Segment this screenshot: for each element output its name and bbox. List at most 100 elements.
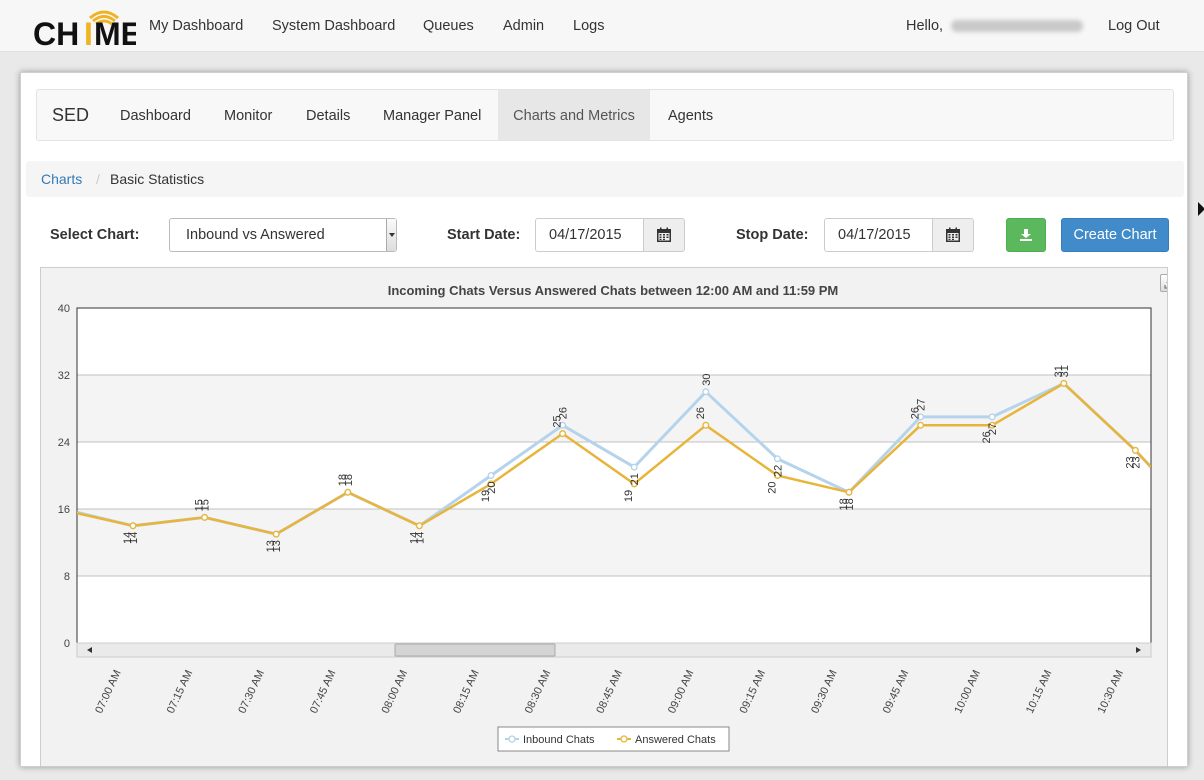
- data-point-inbound: [988, 413, 996, 421]
- create-chart-button[interactable]: Create Chart: [1061, 218, 1169, 252]
- x-tick-label: 09:00 AM: [666, 668, 697, 715]
- plot-band: [77, 509, 1151, 576]
- nav-queues[interactable]: Queues: [423, 0, 474, 52]
- calendar-icon: [946, 227, 960, 242]
- data-point-inbound: [702, 388, 710, 396]
- x-tick-label: 10:30 AM: [1096, 668, 1127, 715]
- download-button[interactable]: [1006, 218, 1046, 252]
- x-tick-label: 08:15 AM: [451, 668, 482, 715]
- sub-navbar: SED Dashboard Monitor Details Manager Pa…: [36, 89, 1174, 141]
- logout-link[interactable]: Log Out: [1108, 0, 1160, 52]
- plot-area: [76, 307, 1152, 644]
- data-point-answered: [129, 522, 137, 530]
- data-label: 26: [910, 407, 922, 419]
- data-label: 15: [194, 499, 206, 511]
- data-label: 20: [766, 482, 778, 494]
- data-point-inbound: [487, 472, 495, 479]
- x-tick-label: 08:45 AM: [594, 668, 625, 715]
- data-label: 26: [981, 431, 993, 443]
- section-brand[interactable]: SED: [52, 90, 89, 140]
- nav-admin[interactable]: Admin: [503, 0, 544, 52]
- tab-monitor[interactable]: Monitor: [224, 90, 272, 140]
- x-tick-label: 08:30 AM: [523, 668, 554, 715]
- line-chart: 0 8 16 24 32 40 Incoming Chats Versus Answered…: [58, 283, 1152, 752]
- start-date-input[interactable]: 04/17/2015: [535, 218, 645, 252]
- nav-my-dashboard[interactable]: My Dashboard: [149, 0, 243, 52]
- data-point-answered: [1131, 446, 1139, 454]
- calendar-icon: [657, 227, 671, 242]
- legend-label: Inbound Chats: [523, 734, 595, 746]
- legend-label: Answered Chats: [635, 734, 716, 746]
- nav-system-dashboard[interactable]: System Dashboard: [272, 0, 395, 52]
- chart-export-button[interactable]: [1160, 274, 1167, 292]
- chime-logo[interactable]: CH I ME: [32, 4, 136, 48]
- tab-manager-panel[interactable]: Manager Panel: [383, 90, 481, 140]
- data-label: 19: [623, 490, 635, 502]
- data-label: 22: [772, 465, 784, 477]
- svg-text:ME: ME: [94, 16, 136, 48]
- data-label: 18: [337, 474, 349, 486]
- data-point-answered: [917, 421, 925, 429]
- breadcrumb-separator: /: [96, 171, 100, 187]
- data-point-answered: [559, 430, 567, 438]
- chart-title: Incoming Chats Versus Answered Chats bet…: [388, 283, 839, 298]
- data-point-answered: [201, 513, 209, 521]
- select-chart-label: Select Chart:: [50, 227, 140, 243]
- y-tick-label: 24: [58, 437, 70, 449]
- top-navbar: CH I ME My Dashboard System Dashboard Qu…: [0, 0, 1204, 52]
- scrollbar-thumb: [394, 643, 556, 657]
- tab-details[interactable]: Details: [306, 90, 350, 140]
- tab-agents[interactable]: Agents: [668, 90, 713, 140]
- svg-text:CH: CH: [33, 16, 79, 48]
- legend-marker: [508, 735, 516, 743]
- tab-dashboard[interactable]: Dashboard: [120, 90, 191, 140]
- data-label: 13: [265, 540, 277, 552]
- svg-text:I: I: [84, 16, 93, 48]
- data-point-answered: [1060, 379, 1068, 387]
- data-label: 18: [838, 498, 850, 510]
- y-tick-label: 40: [58, 303, 70, 315]
- chart-select[interactable]: Inbound vs Answered: [169, 218, 397, 252]
- breadcrumb-current: Basic Statistics: [110, 171, 205, 187]
- chart-container: 0 8 16 24 32 40 Incoming Chats Versus Answered…: [40, 267, 1168, 767]
- x-tick-label: 09:15 AM: [738, 668, 769, 715]
- x-tick-label: 09:45 AM: [881, 668, 912, 715]
- nav-logs[interactable]: Logs: [573, 0, 604, 52]
- data-point-answered: [845, 488, 853, 496]
- x-tick-label: 07:45 AM: [308, 668, 339, 715]
- stop-date-label: Stop Date:: [736, 227, 809, 243]
- data-label: 26: [695, 407, 707, 419]
- x-tick-label: 07:30 AM: [236, 668, 267, 715]
- data-point-answered: [272, 530, 280, 538]
- data-label: 14: [408, 532, 420, 544]
- y-tick-label: 32: [58, 370, 70, 382]
- mouse-cursor-icon: [1198, 202, 1204, 216]
- user-email-redacted: [951, 20, 1084, 33]
- stop-date-input[interactable]: 04/17/2015: [824, 218, 934, 252]
- data-label: 30: [701, 374, 713, 386]
- scrollbar-track: [76, 642, 1152, 658]
- data-label: 14: [122, 532, 134, 544]
- legend-marker: [620, 735, 628, 743]
- data-label: 31: [1053, 365, 1065, 377]
- breadcrumb-charts-link[interactable]: Charts: [41, 161, 82, 197]
- chart-select-value: Inbound vs Answered: [186, 227, 325, 243]
- data-label: 19: [480, 490, 492, 502]
- hello-label: Hello,: [906, 18, 944, 34]
- y-tick-label: 0: [64, 638, 70, 650]
- x-tick-label: 09:30 AM: [809, 668, 840, 715]
- download-icon: [1020, 229, 1032, 241]
- x-tick-label: 07:00 AM: [93, 668, 124, 715]
- tab-charts-and-metrics[interactable]: Charts and Metrics: [498, 90, 650, 140]
- x-tick-label: 07:15 AM: [165, 668, 196, 715]
- chevron-down-icon[interactable]: [386, 219, 396, 251]
- user-greeting: Hello,: [906, 0, 1084, 52]
- stop-date-calendar-button[interactable]: [932, 218, 974, 252]
- x-tick-label: 10:00 AM: [952, 668, 983, 715]
- start-date-calendar-button[interactable]: [643, 218, 685, 252]
- data-point-answered: [702, 421, 710, 429]
- data-point-answered: [415, 522, 423, 530]
- start-date-label: Start Date:: [447, 227, 521, 243]
- data-point-inbound: [630, 463, 638, 471]
- data-label: 25: [552, 415, 564, 427]
